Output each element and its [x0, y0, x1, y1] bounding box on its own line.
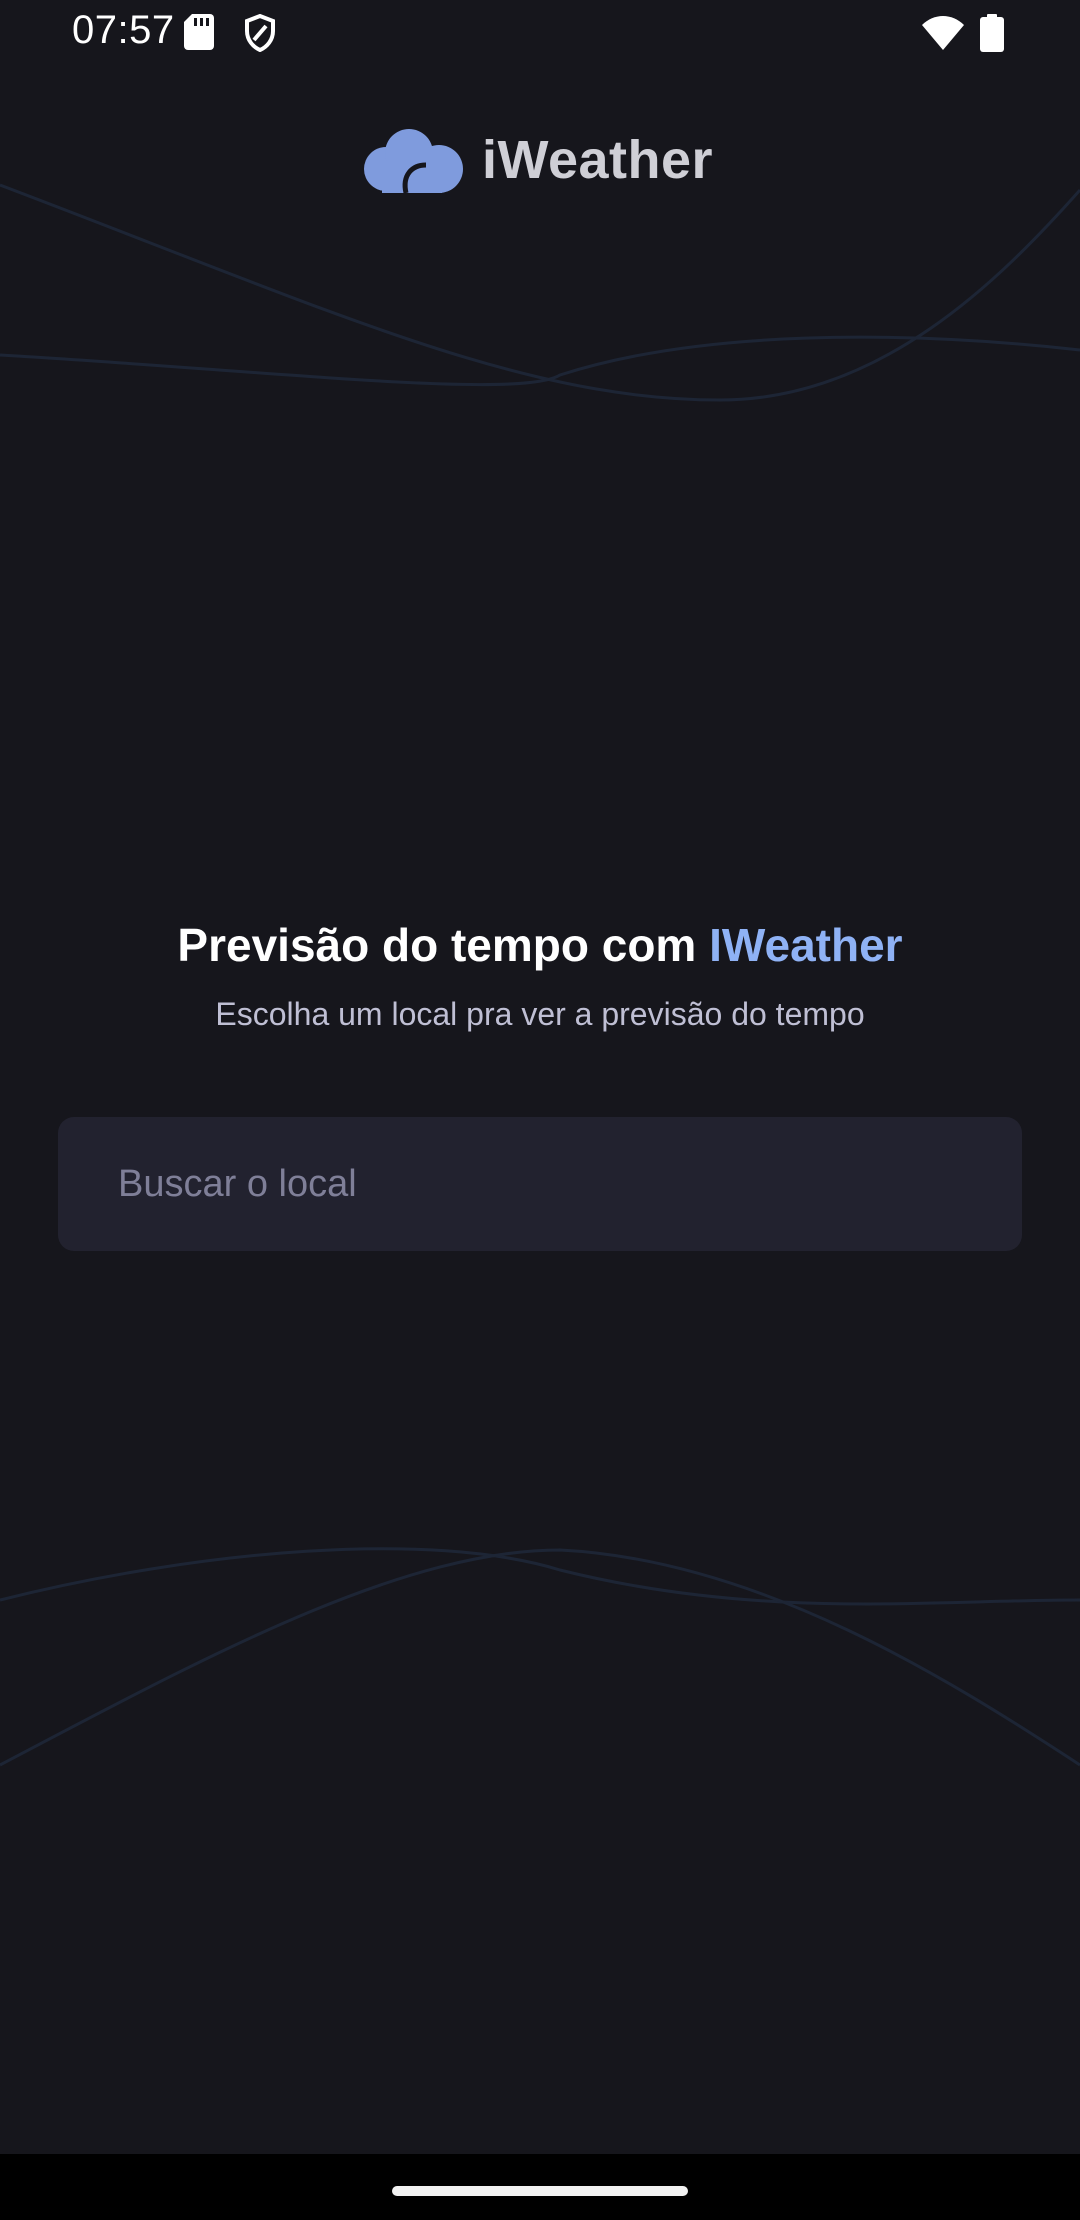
search-input[interactable] [116, 1161, 964, 1207]
battery-icon [980, 14, 1004, 57]
system-navigation-bar [0, 2154, 1080, 2220]
status-time: 07:57 [72, 8, 175, 52]
app-name: iWeather [482, 130, 714, 190]
cloud-logo-icon [364, 129, 463, 194]
page-title-brand: IWeather [709, 919, 903, 971]
wifi-icon [922, 16, 964, 55]
home-indicator[interactable] [392, 2186, 688, 2196]
page-subtitle: Escolha um local pra ver a previsão do t… [215, 996, 865, 1032]
app-logo: iWeather [362, 122, 713, 198]
status-bar: 07:57 [0, 0, 1080, 64]
background-waves [0, 183, 1080, 1767]
wave-line [0, 1547, 1080, 1606]
screen: 07:57 iWeather Previsão do tempo com IWe… [0, 0, 1080, 2220]
search-box[interactable] [58, 1117, 1022, 1251]
shield-icon [244, 13, 276, 57]
wave-line [0, 183, 1080, 402]
sd-card-icon [184, 14, 214, 55]
page-title-prefix: Previsão do tempo com [177, 919, 710, 971]
wave-line [0, 1548, 1080, 1767]
page-title: Previsão do tempo com IWeather [0, 918, 1080, 972]
